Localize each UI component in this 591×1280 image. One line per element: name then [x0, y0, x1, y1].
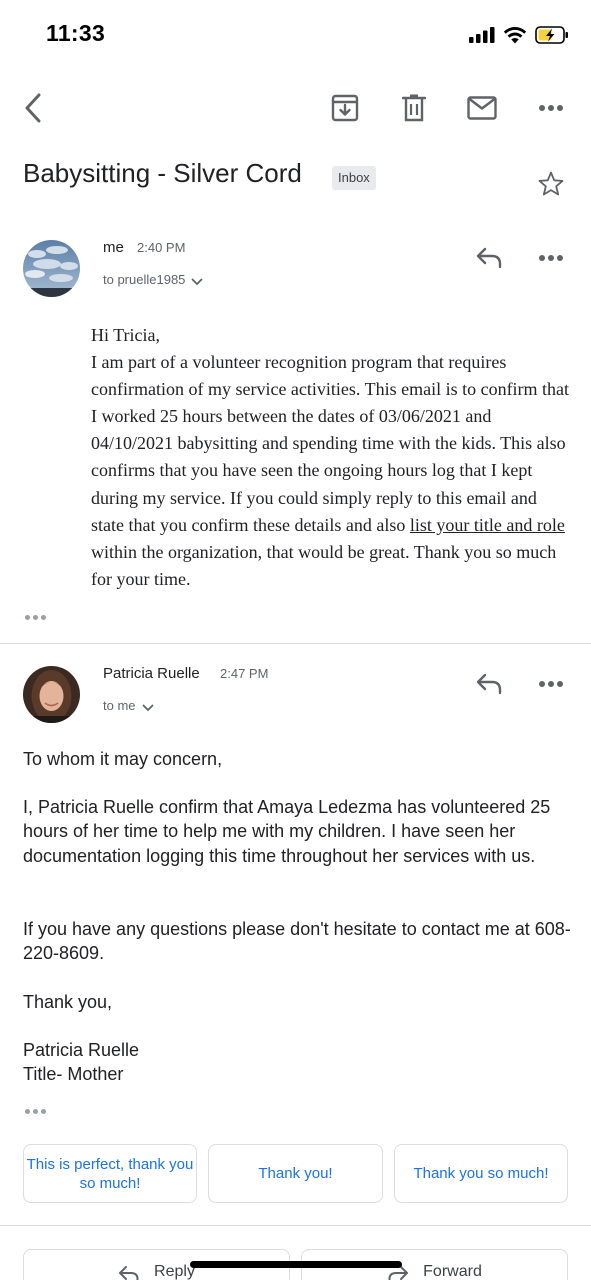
- sky-photo-avatar: [23, 240, 80, 297]
- archive-button[interactable]: [329, 93, 361, 123]
- show-trimmed-content-button[interactable]: [25, 1109, 46, 1114]
- more-horizontal-icon: [539, 681, 563, 687]
- body-link-text: list your title and role: [409, 514, 565, 535]
- body-paragraph: I am part of a volunteer recognition pro…: [91, 349, 571, 593]
- reply-signature: Patricia Ruelle Title- Mother: [23, 1040, 140, 1085]
- inbox-label-chip[interactable]: Inbox: [332, 166, 376, 190]
- reply-signoff: Thank you,: [23, 992, 113, 1012]
- reply-confirmation-paragraph: I, Patricia Ruelle confirm that Amaya Le…: [23, 797, 551, 866]
- message-time: 2:47 PM: [220, 666, 269, 681]
- greeting: Hi Tricia,: [91, 325, 161, 345]
- mark-unread-button[interactable]: [466, 93, 498, 123]
- recipient-toggle[interactable]: to pruelle1985: [103, 272, 203, 287]
- recipient-text: to me: [103, 698, 136, 713]
- cellular-signal-icon: [469, 27, 495, 43]
- message-time: 2:40 PM: [137, 240, 186, 255]
- sender-name: me: [103, 239, 124, 256]
- message-body: Hi Tricia, I am part of a volunteer reco…: [91, 322, 571, 593]
- delete-button[interactable]: [399, 92, 429, 124]
- envelope-icon: [467, 96, 497, 120]
- home-indicator[interactable]: [190, 1261, 402, 1268]
- reply-button[interactable]: [473, 670, 505, 698]
- reply-contact-paragraph: If you have any questions please don't h…: [23, 919, 571, 964]
- chevron-down-icon: [142, 704, 153, 711]
- status-time: 11:33: [46, 20, 106, 46]
- more-horizontal-icon: [539, 255, 563, 261]
- profile-photo-avatar: [23, 666, 80, 723]
- reply-button[interactable]: [473, 244, 505, 272]
- star-button[interactable]: [536, 169, 566, 199]
- body-text: I am part of a volunteer recognition pro…: [91, 352, 570, 535]
- sender-name: Patricia Ruelle: [103, 665, 200, 682]
- avatar-me[interactable]: [23, 240, 80, 297]
- battery-charging-icon: [535, 26, 568, 44]
- reply-icon: [119, 1266, 139, 1280]
- email-subject: Babysitting - Silver Cord: [23, 158, 302, 188]
- body-text-end: within the organization, that would be g…: [91, 541, 557, 589]
- actions-divider: [0, 1225, 591, 1226]
- message-divider: [0, 643, 591, 644]
- message-more-button[interactable]: [536, 676, 566, 692]
- chevron-left-icon: [25, 93, 41, 123]
- smart-reply-1[interactable]: This is perfect, thank you so much!: [23, 1144, 197, 1203]
- smart-reply-2[interactable]: Thank you!: [208, 1144, 383, 1203]
- reply-icon: [476, 247, 502, 269]
- archive-icon: [331, 94, 359, 122]
- chevron-down-icon: [192, 278, 203, 285]
- wifi-icon: [503, 27, 527, 44]
- status-icons: [469, 24, 569, 46]
- trash-icon: [402, 94, 426, 122]
- more-options-button[interactable]: [536, 100, 566, 116]
- more-horizontal-icon: [539, 105, 563, 111]
- forward-label: Forward: [423, 1263, 482, 1280]
- avatar-patricia[interactable]: [23, 666, 80, 723]
- show-trimmed-content-button[interactable]: [25, 615, 46, 620]
- recipient-toggle[interactable]: to me: [103, 698, 154, 713]
- smart-reply-3[interactable]: Thank you so much!: [394, 1144, 568, 1203]
- star-outline-icon: [538, 171, 564, 196]
- reply-icon: [476, 673, 502, 695]
- recipient-text: to pruelle1985: [103, 272, 186, 287]
- reply-greeting: To whom it may concern,: [23, 749, 223, 769]
- message-more-button[interactable]: [536, 250, 566, 266]
- reply-label: Reply: [154, 1263, 195, 1280]
- back-button[interactable]: [18, 92, 48, 124]
